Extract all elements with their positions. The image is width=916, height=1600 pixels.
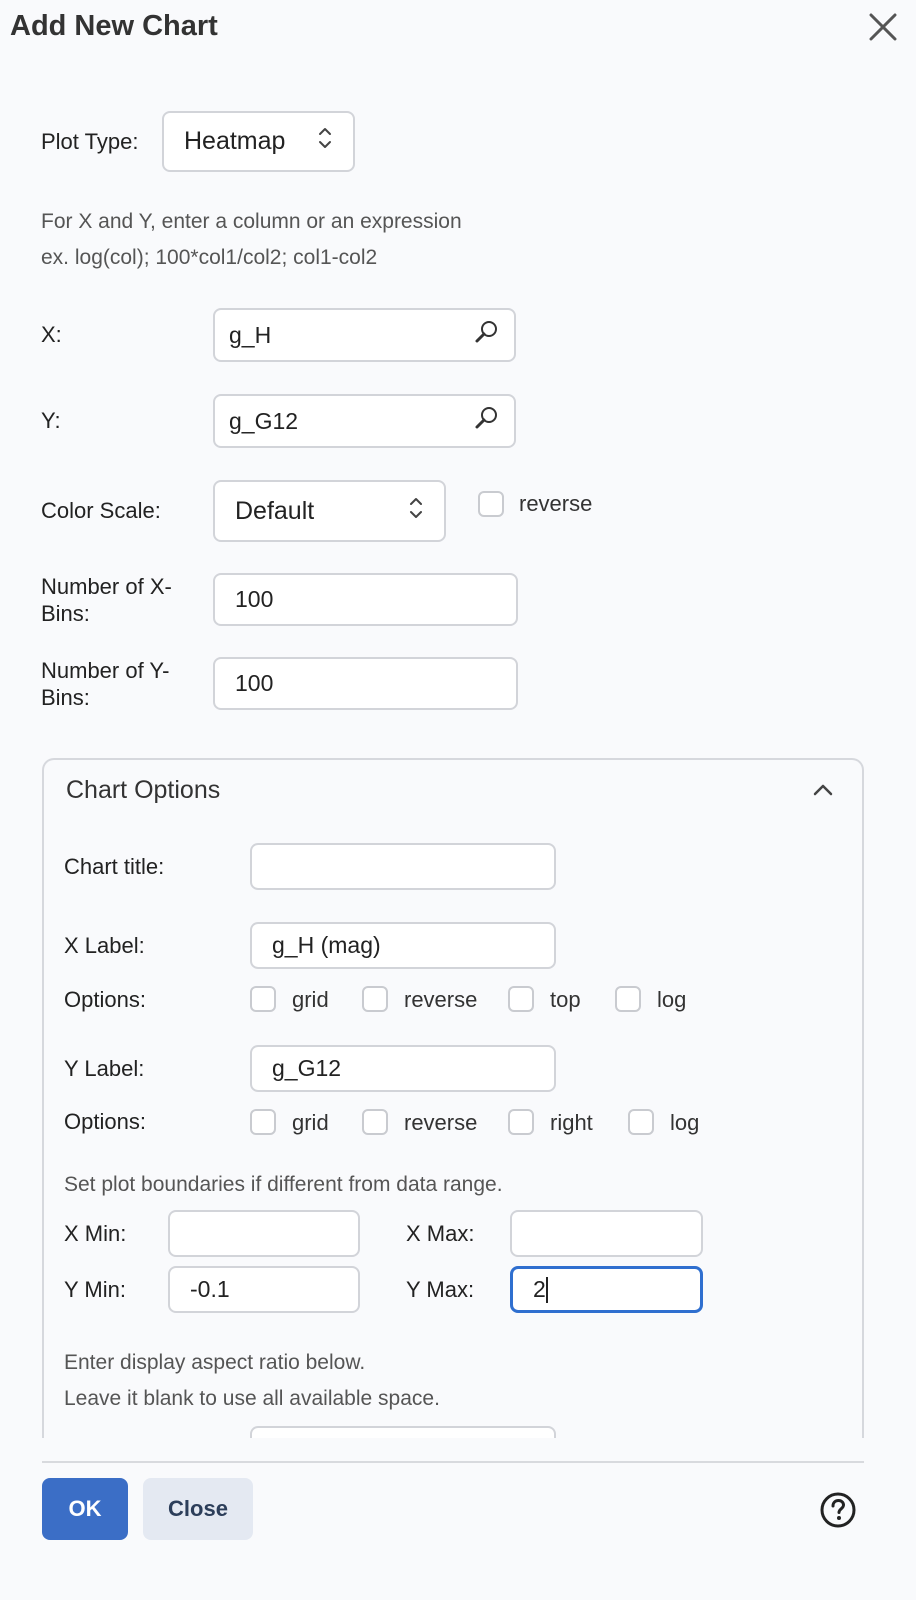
y-min-label: Y Min: <box>64 1277 126 1302</box>
x-reverse-checkbox[interactable] <box>362 986 388 1012</box>
x-column-input[interactable]: g_H <box>213 308 516 362</box>
search-icon[interactable] <box>474 319 500 351</box>
y-min-value: -0.1 <box>190 1276 230 1302</box>
x-min-input[interactable] <box>168 1210 360 1257</box>
y-options-label: Options: <box>64 1109 146 1134</box>
plot-type-value: Heatmap <box>184 127 286 155</box>
color-scale-value: Default <box>235 496 315 525</box>
close-button[interactable]: Close <box>143 1478 253 1540</box>
y-bins-input[interactable]: 100 <box>213 657 518 710</box>
x-bins-label-line1: Number of X- <box>41 574 172 599</box>
y-label: Y: <box>41 408 61 433</box>
select-chevron-icon <box>317 124 333 159</box>
x-column-value: g_H <box>229 321 272 348</box>
y-log-checkbox[interactable] <box>628 1109 654 1135</box>
y-label-label: Y Label: <box>64 1056 145 1081</box>
x-top-checkbox[interactable] <box>508 986 534 1012</box>
color-scale-reverse-label: reverse <box>519 491 593 516</box>
y-right-label: right <box>550 1110 593 1135</box>
plot-type-label: Plot Type: <box>41 129 139 154</box>
x-bins-input[interactable]: 100 <box>213 573 518 626</box>
y-max-input[interactable]: 2 <box>510 1266 703 1313</box>
help-icon[interactable] <box>818 1490 858 1530</box>
y-label-input[interactable]: g_G12 <box>250 1045 556 1092</box>
close-icon[interactable] <box>866 10 900 44</box>
y-min-input[interactable]: -0.1 <box>168 1266 360 1313</box>
x-bins-label-line2: Bins: <box>41 601 90 626</box>
y-grid-checkbox[interactable] <box>250 1109 276 1135</box>
x-label-label: X Label: <box>64 933 145 958</box>
chart-title-label: Chart title: <box>64 854 165 879</box>
x-label-value: g_H (mag) <box>272 932 381 958</box>
chart-options-panel: Chart Options Chart title: X Label: g_H … <box>42 758 864 1438</box>
x-label: X: <box>41 322 62 347</box>
y-log-label: log <box>670 1110 700 1135</box>
x-min-label: X Min: <box>64 1221 127 1246</box>
y-max-label: Y Max: <box>406 1277 475 1302</box>
y-reverse-checkbox[interactable] <box>362 1109 388 1135</box>
plot-type-select[interactable]: Heatmap <box>162 111 355 172</box>
y-right-checkbox[interactable] <box>508 1109 534 1135</box>
expression-hint-line2: ex. log(col); 100*col1/col2; col1-col2 <box>41 246 378 269</box>
y-bins-value: 100 <box>235 670 274 696</box>
x-log-label: log <box>657 987 687 1012</box>
chart-title-input[interactable] <box>250 843 556 890</box>
search-icon[interactable] <box>474 405 500 437</box>
aspect-hint-line1: Enter display aspect ratio below. <box>64 1351 366 1374</box>
x-max-input[interactable] <box>510 1210 703 1257</box>
aspect-ratio-input[interactable] <box>250 1426 556 1438</box>
ok-button[interactable]: OK <box>42 1478 128 1540</box>
x-top-label: top <box>550 987 581 1012</box>
x-reverse-label: reverse <box>404 987 478 1012</box>
x-max-label: X Max: <box>406 1221 475 1246</box>
y-max-value: 2 <box>533 1276 546 1302</box>
text-cursor <box>545 1276 548 1303</box>
chevron-up-icon[interactable] <box>812 782 834 803</box>
aspect-hint-line2: Leave it blank to use all available spac… <box>64 1387 440 1410</box>
y-bins-label-line1: Number of Y- <box>41 658 170 683</box>
y-label-value: g_G12 <box>272 1055 342 1081</box>
chart-options-header[interactable]: Chart Options <box>66 776 220 805</box>
x-label-input[interactable]: g_H (mag) <box>250 922 556 969</box>
expression-hint-line1: For X and Y, enter a column or an expres… <box>41 210 462 233</box>
color-scale-select[interactable]: Default <box>213 480 446 542</box>
y-column-value: g_G12 <box>229 407 299 434</box>
color-scale-reverse-checkbox[interactable] <box>478 491 504 517</box>
x-grid-label: grid <box>292 987 329 1012</box>
color-scale-label: Color Scale: <box>41 498 161 523</box>
footer-divider <box>42 1461 864 1463</box>
x-options-label: Options: <box>64 987 146 1012</box>
dialog-title: Add New Chart <box>10 10 218 42</box>
boundaries-hint: Set plot boundaries if different from da… <box>64 1173 503 1196</box>
y-grid-label: grid <box>292 1110 329 1135</box>
x-grid-checkbox[interactable] <box>250 986 276 1012</box>
select-chevron-icon <box>408 494 424 529</box>
y-bins-label-line2: Bins: <box>41 685 90 710</box>
x-log-checkbox[interactable] <box>615 986 641 1012</box>
y-reverse-label: reverse <box>404 1110 478 1135</box>
x-bins-value: 100 <box>235 586 274 612</box>
y-column-input[interactable]: g_G12 <box>213 394 516 448</box>
